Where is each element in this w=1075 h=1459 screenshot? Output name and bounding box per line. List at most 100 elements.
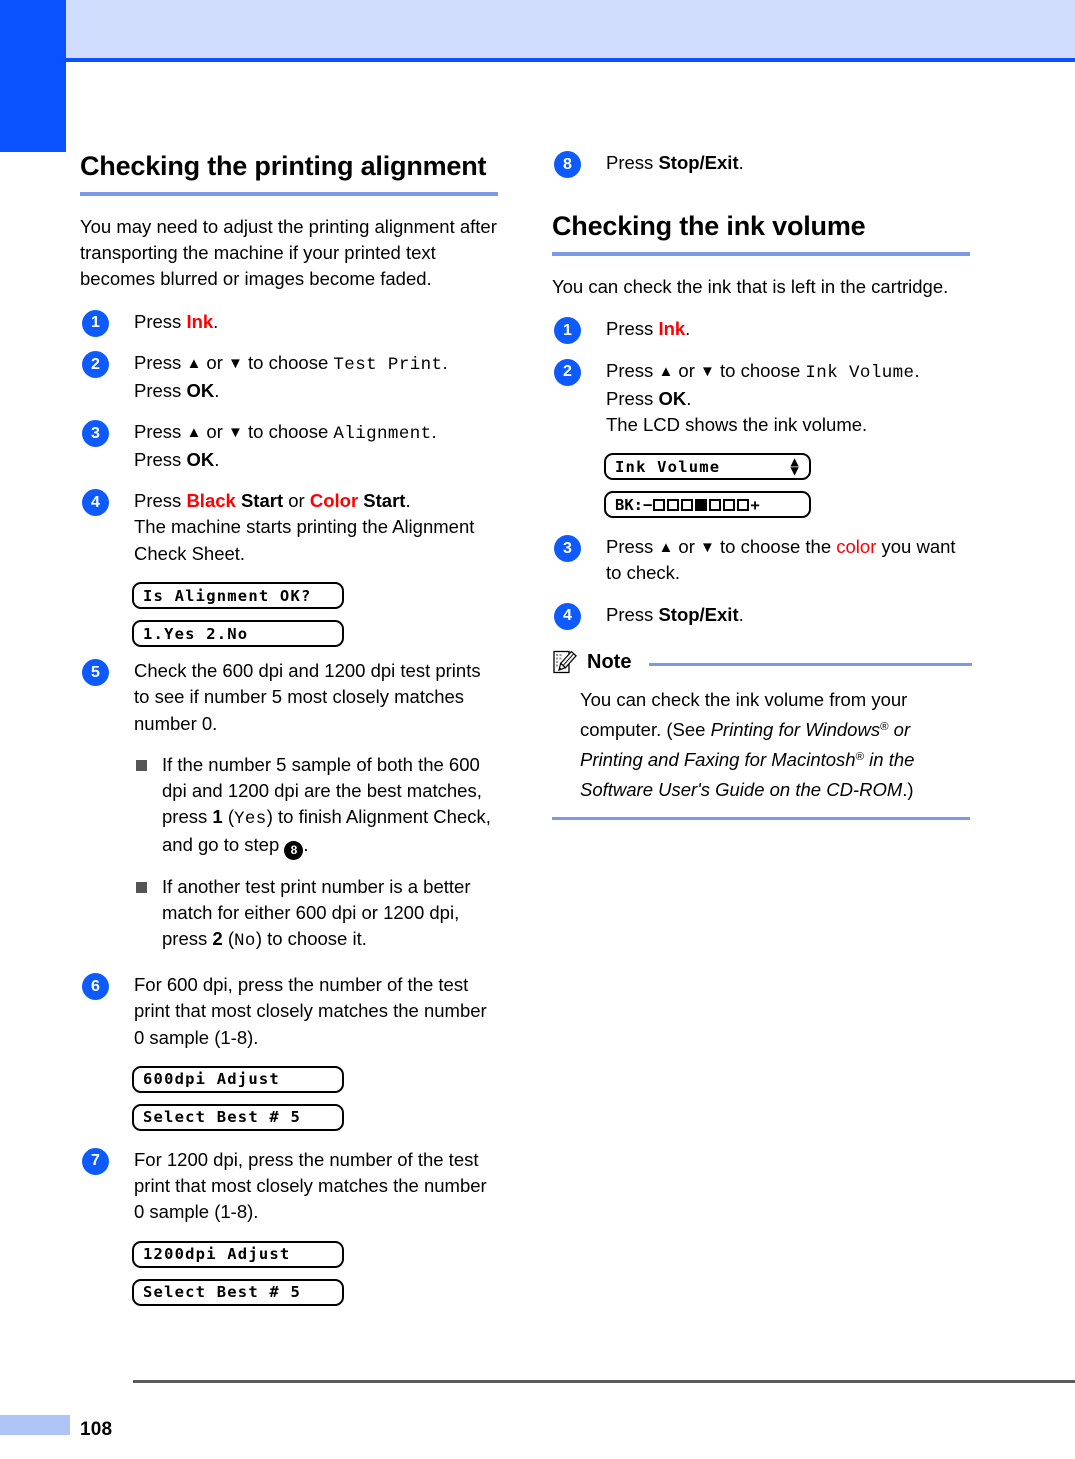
footer-rule — [133, 1380, 1075, 1383]
ink-cell — [667, 498, 680, 511]
note-italic-reference: Printing and Faxing for Macintosh — [580, 748, 856, 770]
ink-cell — [709, 498, 722, 511]
key-stop-exit: Stop/Exit — [658, 152, 739, 173]
note-bottom-rule — [552, 816, 970, 820]
step-number-badge: 8 — [554, 151, 581, 178]
lcd-select-best-1200: Select Best # 5 — [132, 1278, 344, 1306]
bullet-text: ( — [222, 806, 234, 828]
lcd-1200dpi-adjust: 1200dpi Adjust — [132, 1240, 344, 1268]
lcd-is-alignment-ok: Is Alignment OK? — [132, 582, 344, 610]
step-text: . — [685, 318, 691, 340]
step-text: . — [442, 352, 448, 373]
note-body: You can check the ink volume from your c… — [580, 685, 972, 805]
key-color: Color — [309, 490, 359, 512]
registered-mark: ® — [880, 720, 889, 733]
note-text: .) — [902, 778, 914, 800]
step-text: . — [738, 152, 744, 173]
note-block: Note You can check the ink volume from y… — [552, 650, 972, 820]
up-arrow-icon: ▲ — [658, 539, 674, 557]
step-7: 7 For 1200 dpi, press the number of the … — [80, 1147, 500, 1226]
lcd-menu-value: Test Print — [333, 355, 443, 375]
ink-cell — [653, 498, 666, 511]
list-item: If another test print number is a better… — [134, 874, 500, 954]
down-arrow-icon: ▼ — [700, 539, 715, 557]
step-5: 5 Check the 600 dpi and 1200 dpi test pr… — [80, 658, 500, 737]
section-title-ink-volume: Checking the ink volume — [552, 211, 866, 242]
ink-step-1: 1 Press Ink. — [552, 316, 972, 345]
step-text: Press — [134, 379, 187, 401]
step-text: . — [686, 387, 692, 409]
step-2: 2 Press ▲ or ▼ to choose Test Print. Pre… — [80, 350, 500, 404]
key-start: Start — [358, 490, 406, 512]
key-start: Start — [235, 490, 284, 512]
step-text: . — [214, 379, 220, 401]
page-title: Checking the printing alignment — [80, 151, 487, 181]
up-arrow-icon: ▲ — [186, 355, 202, 372]
ink-step-2: 2 Press ▲ or ▼ to choose Ink Volume. Pre… — [552, 358, 972, 438]
step-1: 1 Press Ink. — [80, 309, 500, 337]
bullet-text: ) to choose it. — [255, 928, 367, 950]
step-text: or — [673, 536, 701, 558]
up-arrow-icon: ▲ — [658, 362, 674, 380]
lcd-yes-no: 1.Yes 2.No — [132, 620, 344, 648]
ink-cell — [681, 498, 694, 511]
ink-step-3: 3 Press ▲ or ▼ to choose the color you w… — [552, 534, 972, 587]
key-1: 1 — [212, 806, 223, 828]
lcd-value-no: No — [234, 931, 256, 952]
lcd-ink-volume-label: Ink Volume — [615, 457, 721, 476]
intro-paragraph: You may need to adjust the printing alig… — [80, 215, 497, 290]
key-2: 2 — [212, 928, 223, 950]
bullet-text: ( — [222, 928, 234, 950]
key-ink: Ink — [658, 318, 686, 340]
key-ok: OK — [186, 448, 215, 470]
note-italic-reference: Printing for Windows — [710, 718, 881, 740]
down-arrow-icon: ▼ — [228, 355, 243, 372]
bullet-text: . — [303, 834, 309, 856]
note-header-rule — [649, 663, 972, 667]
step-text: Press — [606, 387, 659, 409]
word-color: color — [836, 536, 877, 558]
key-ink: Ink — [186, 310, 214, 332]
step-text: or — [201, 421, 229, 443]
step-text: Press — [606, 359, 659, 381]
step-text: Press — [134, 490, 187, 512]
step-number-badge: 7 — [82, 1147, 109, 1175]
step-number-badge: 6 — [82, 973, 109, 1001]
step-text: Press — [134, 352, 187, 373]
list-item: If the number 5 sample of both the 600 d… — [134, 752, 500, 860]
step-text: to choose — [242, 421, 334, 443]
lcd-value-yes: Yes — [234, 809, 267, 830]
up-down-arrows-icon: ▲ ▼ — [790, 453, 800, 479]
step-text: or — [283, 490, 310, 512]
down-arrow-icon: ▼ — [228, 424, 243, 442]
key-ok: OK — [186, 379, 215, 401]
step-number-badge: 2 — [82, 351, 109, 378]
step-8: 8 Press Stop/Exit. — [552, 150, 972, 178]
step-text: Press — [606, 603, 659, 625]
step-text: The machine starts printing the Alignmen… — [134, 516, 475, 564]
page-number: 108 — [80, 1419, 113, 1440]
lcd-ink-volume: Ink Volume ▲ ▼ — [604, 453, 811, 481]
ink-cell — [723, 498, 736, 511]
step-text: . — [914, 359, 920, 381]
heading-rule — [80, 191, 498, 196]
step-text: Press — [134, 448, 187, 470]
note-pencil-icon — [552, 650, 578, 676]
step-text: . — [214, 448, 220, 470]
up-arrow-icon: ▲ — [186, 424, 202, 442]
ink-step-4: 4 Press Stop/Exit. — [552, 602, 972, 630]
step-number-badge: 3 — [554, 535, 581, 563]
step-number-badge: 1 — [554, 317, 581, 345]
step-text: The LCD shows the ink volume. — [606, 413, 868, 435]
ink-cell — [737, 498, 750, 511]
step-reference-8: 8 — [284, 840, 304, 860]
lcd-600dpi-adjust: 600dpi Adjust — [132, 1065, 344, 1093]
step-number-badge: 2 — [554, 358, 581, 386]
step-text: For 1200 dpi, press the number of the te… — [134, 1148, 487, 1223]
step-text-end: . — [213, 310, 219, 332]
step-number-badge: 4 — [82, 489, 109, 517]
intro-paragraph: You can check the ink that is left in th… — [552, 276, 949, 298]
step-text: or — [201, 352, 229, 373]
ink-level-gauge: BK:− + — [615, 496, 760, 514]
lcd-select-best-600: Select Best # 5 — [132, 1103, 344, 1131]
